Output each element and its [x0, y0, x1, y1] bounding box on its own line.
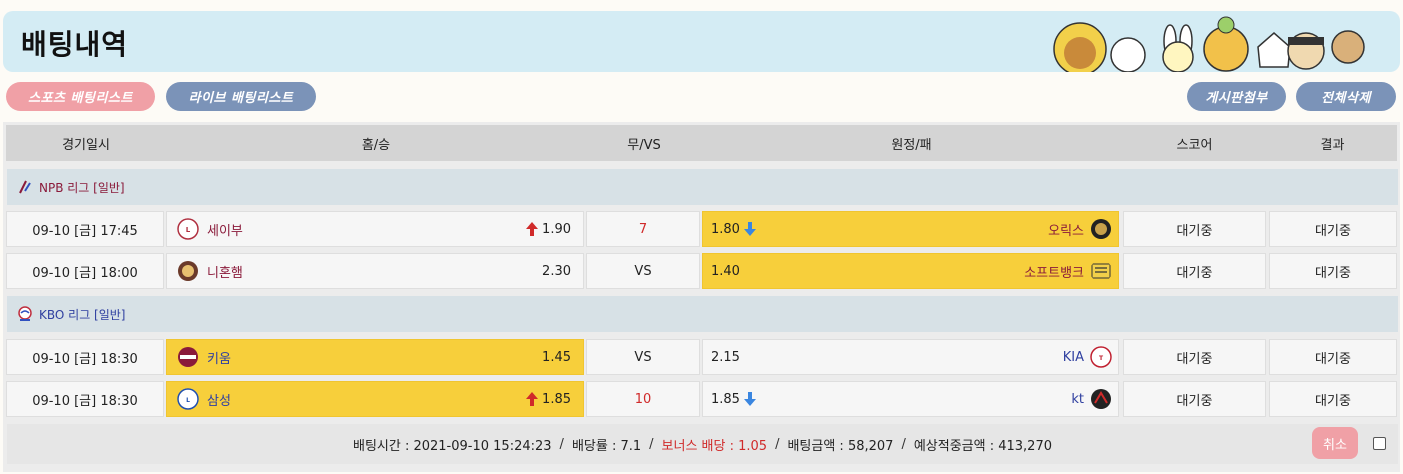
down-arrow-icon: [743, 392, 756, 406]
home-odds: 2.30: [542, 263, 571, 279]
nipponham-logo-icon: [178, 261, 198, 281]
home-odds: 1.85: [542, 391, 571, 407]
result-cell: 대기중: [1269, 381, 1397, 417]
delete-all-button[interactable]: 전체삭제: [1296, 82, 1396, 111]
home-team-name: 키움: [207, 351, 231, 367]
column-header-score: 스코어: [1121, 125, 1268, 161]
column-header-datetime: 경기일시: [6, 125, 166, 161]
svg-text:L: L: [186, 226, 191, 234]
column-header-home: 홈/승: [166, 125, 586, 161]
page-title: 배팅내역: [21, 28, 129, 61]
score-cell: 대기중: [1123, 253, 1266, 289]
league-header-kbo: KBO 리그 [일반]: [7, 296, 1398, 332]
score-cell: 대기중: [1123, 211, 1266, 247]
kia-tigers-logo-icon: T: [1090, 346, 1112, 368]
away-bet-option[interactable]: 1.85 kt: [702, 381, 1119, 417]
score-cell: 대기중: [1123, 339, 1266, 375]
bet-history-table: 경기일시 홈/승 무/VS 원정/패 스코어 결과 NPB 리그 [일반] 09…: [3, 122, 1400, 472]
sports-betting-list-button[interactable]: 스포츠 배팅리스트: [6, 82, 155, 111]
svg-text:L: L: [186, 397, 190, 404]
away-team-name: kt: [1071, 391, 1084, 407]
game-datetime: 09-10 [금] 17:45: [6, 211, 164, 247]
result-cell: 대기중: [1269, 339, 1397, 375]
result-cell: 대기중: [1269, 253, 1397, 289]
npb-logo-icon: [19, 180, 31, 194]
home-team-name: 세이부: [207, 223, 243, 239]
orix-logo-icon: [1091, 219, 1111, 239]
draw-bet-option[interactable]: VS: [586, 339, 700, 375]
column-header-away: 원정/패: [702, 125, 1121, 161]
home-bet-option[interactable]: 니혼햄 2.30: [166, 253, 584, 289]
game-datetime: 09-10 [금] 18:00: [6, 253, 164, 289]
seibu-logo-icon: L: [177, 218, 199, 240]
league-name: NPB 리그 [일반]: [39, 180, 125, 195]
expected-payout: 예상적중금액 : 413,270: [913, 438, 1052, 454]
away-team-name: KIA: [1062, 349, 1084, 365]
separator: /: [901, 436, 906, 452]
game-datetime: 09-10 [금] 18:30: [6, 381, 164, 417]
away-bet-option[interactable]: 2.15 KIA T: [702, 339, 1119, 375]
select-bet-checkbox[interactable]: [1373, 437, 1386, 450]
separator: /: [649, 436, 654, 452]
draw-bet-option[interactable]: 10: [586, 381, 700, 417]
away-team-name: 소프트뱅크: [1024, 265, 1084, 281]
up-arrow-icon: [526, 392, 539, 406]
up-arrow-icon: [526, 222, 539, 236]
samsung-lions-logo-icon: L: [177, 388, 199, 410]
kiwoom-logo-icon: [178, 347, 198, 367]
kt-wiz-logo-icon: [1091, 389, 1111, 409]
bonus-odds: 보너스 배당 : 1.05: [661, 438, 768, 454]
bet-time: 배팅시간 : 2021-09-10 15:24:23: [352, 438, 552, 454]
column-header-draw: 무/VS: [586, 125, 702, 161]
live-betting-list-button[interactable]: 라이브 배팅리스트: [166, 82, 316, 111]
cancel-bet-button[interactable]: 취소: [1312, 427, 1358, 459]
softbank-logo-icon: [1091, 263, 1111, 279]
away-team-name: 오릭스: [1048, 223, 1084, 239]
home-team-name: 니혼햄: [207, 265, 243, 281]
away-bet-option[interactable]: 1.40 소프트뱅크: [702, 253, 1119, 289]
away-odds: 1.80: [711, 221, 740, 237]
home-bet-option[interactable]: L 삼성 1.85: [166, 381, 584, 417]
away-odds: 1.85: [711, 391, 740, 407]
draw-bet-option[interactable]: 7: [586, 211, 700, 247]
column-header-result: 결과: [1268, 125, 1397, 161]
home-odds: 1.45: [542, 349, 571, 365]
home-bet-option[interactable]: 키움 1.45: [166, 339, 584, 375]
odds-rate: 배당률 : 7.1: [571, 438, 642, 454]
home-odds: 1.90: [542, 221, 571, 237]
down-arrow-icon: [743, 222, 756, 236]
result-cell: 대기중: [1269, 211, 1397, 247]
away-odds: 2.15: [711, 349, 740, 365]
away-bet-option[interactable]: 1.80 오릭스: [702, 211, 1119, 247]
league-header-npb: NPB 리그 [일반]: [7, 169, 1398, 205]
game-datetime: 09-10 [금] 18:30: [6, 339, 164, 375]
league-name: KBO 리그 [일반]: [39, 307, 126, 322]
home-team-name: 삼성: [207, 393, 231, 409]
kbo-logo-icon: [18, 306, 32, 321]
draw-bet-option[interactable]: VS: [586, 253, 700, 289]
bet-amount: 배팅금액 : 58,207: [787, 438, 894, 454]
bet-summary: 배팅시간 : 2021-09-10 15:24:23 / 배당률 : 7.1 /…: [7, 424, 1398, 464]
away-odds: 1.40: [711, 263, 740, 279]
page-header: 배팅내역: [3, 11, 1400, 72]
mascot-illustration: [1053, 16, 1365, 72]
separator: /: [559, 436, 564, 452]
home-bet-option[interactable]: L 세이부 1.90: [166, 211, 584, 247]
score-cell: 대기중: [1123, 381, 1266, 417]
separator: /: [775, 436, 780, 452]
attach-to-board-button[interactable]: 게시판첨부: [1187, 82, 1286, 111]
